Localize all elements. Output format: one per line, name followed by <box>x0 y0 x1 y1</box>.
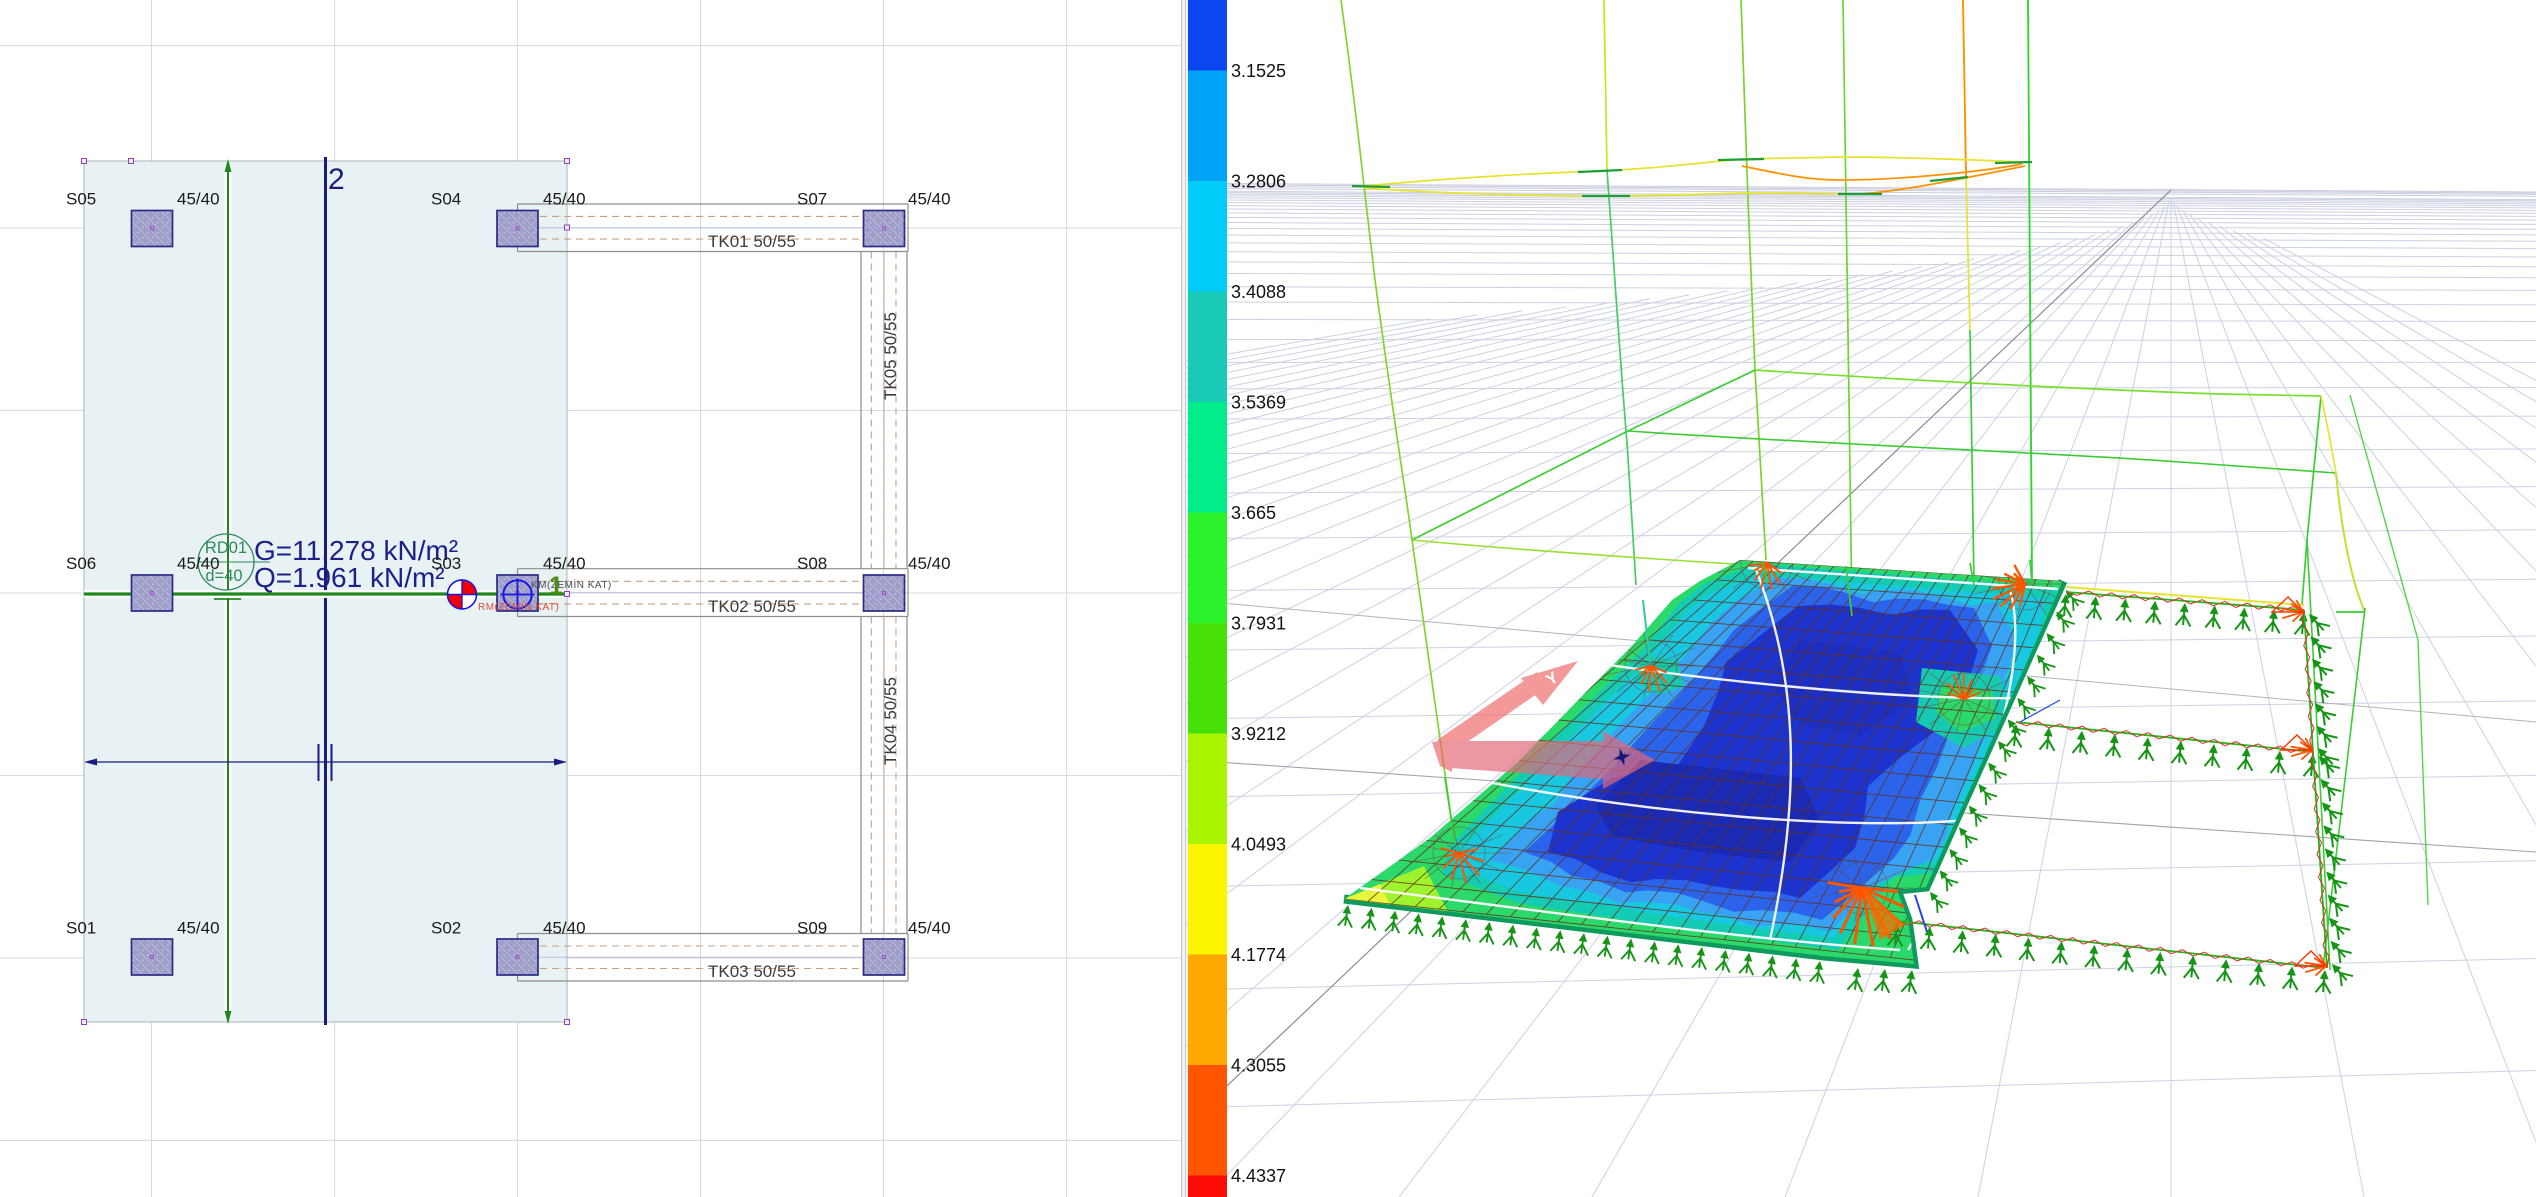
svg-text:45/40: 45/40 <box>908 919 951 938</box>
svg-text:45/40: 45/40 <box>177 919 220 938</box>
svg-text:S05: S05 <box>66 190 96 209</box>
svg-text:TK03 50/55: TK03 50/55 <box>708 962 796 981</box>
svg-text:45/40: 45/40 <box>543 190 586 209</box>
svg-text:3.665: 3.665 <box>1231 503 1276 523</box>
svg-text:45/40: 45/40 <box>177 190 220 209</box>
svg-text:S01: S01 <box>66 919 96 938</box>
svg-text:S02: S02 <box>431 919 461 938</box>
svg-text:3.2806: 3.2806 <box>1231 172 1286 192</box>
svg-text:Q=1.961 kN/m²: Q=1.961 kN/m² <box>254 562 445 593</box>
svg-text:TK04 50/55: TK04 50/55 <box>881 677 900 765</box>
svg-text:S08: S08 <box>797 554 827 573</box>
svg-text:45/40: 45/40 <box>543 554 586 573</box>
svg-text:S09: S09 <box>797 919 827 938</box>
svg-text:4.0493: 4.0493 <box>1231 835 1286 855</box>
svg-text:TK01 50/55: TK01 50/55 <box>708 232 796 251</box>
svg-text:S04: S04 <box>431 190 461 209</box>
svg-text:S03: S03 <box>431 554 461 573</box>
svg-text:1: 1 <box>549 572 563 600</box>
svg-text:KM(ZEMİN KAT): KM(ZEMİN KAT) <box>531 578 612 591</box>
svg-text:S06: S06 <box>66 554 96 573</box>
svg-text:45/40: 45/40 <box>908 554 951 573</box>
svg-text:4.1774: 4.1774 <box>1231 945 1286 965</box>
svg-text:2: 2 <box>328 163 345 196</box>
svg-text:4.3055: 4.3055 <box>1231 1056 1286 1076</box>
svg-text:TK02 50/55: TK02 50/55 <box>708 597 796 616</box>
svg-text:3.4088: 3.4088 <box>1231 282 1286 302</box>
svg-text:3.1525: 3.1525 <box>1231 61 1286 81</box>
svg-text:S07: S07 <box>797 190 827 209</box>
svg-text:3.7931: 3.7931 <box>1231 614 1286 634</box>
svg-text:45/40: 45/40 <box>543 919 586 938</box>
svg-text:45/40: 45/40 <box>177 554 220 573</box>
svg-text:4.4337: 4.4337 <box>1231 1166 1286 1186</box>
svg-text:3.9212: 3.9212 <box>1231 724 1286 744</box>
svg-text:TK05 50/55: TK05 50/55 <box>881 312 900 400</box>
svg-text:RM(ZEMİN KAT): RM(ZEMİN KAT) <box>478 600 559 613</box>
svg-text:45/40: 45/40 <box>908 190 951 209</box>
svg-text:3.5369: 3.5369 <box>1231 393 1286 413</box>
